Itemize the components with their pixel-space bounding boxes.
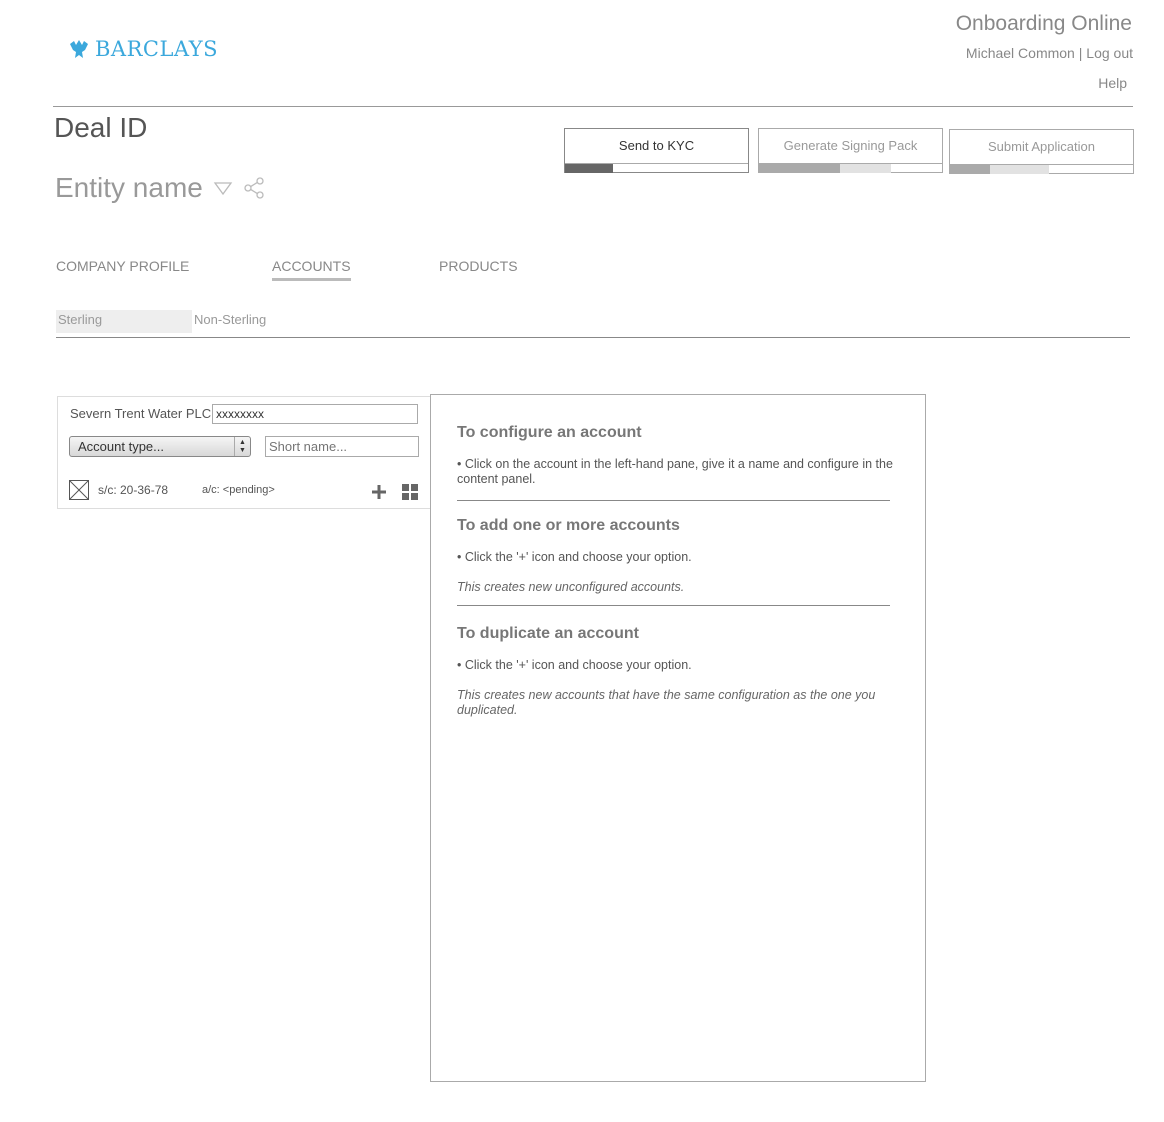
submit-application-button[interactable]: Submit Application	[949, 129, 1134, 174]
deal-id-title: Deal ID	[54, 112, 148, 143]
subtab-sterling[interactable]: Sterling	[56, 310, 192, 333]
user-links-separator: |	[1074, 45, 1087, 61]
help-note-add: This creates new unconfigured accounts.	[457, 580, 685, 594]
submit-application-label: Submit Application	[988, 139, 1095, 154]
help-text-duplicate: • Click the '+' icon and choose your opt…	[457, 658, 692, 672]
tab-company-profile[interactable]: COMPANY PROFILE	[56, 258, 189, 274]
help-link[interactable]: Help	[1098, 75, 1127, 91]
send-to-kyc-button[interactable]: Send to KYC	[564, 128, 749, 173]
entity-name: Entity name	[55, 172, 203, 203]
brand-name: BARCLAYS	[95, 37, 218, 61]
tab-products[interactable]: PRODUCTS	[439, 258, 518, 274]
account-type-value: Account type...	[78, 439, 164, 454]
account-name-input[interactable]	[212, 404, 418, 424]
short-name-input[interactable]	[265, 436, 419, 457]
account-type-select[interactable]: Account type... ▲ ▼	[69, 436, 251, 457]
dropdown-triangle-icon[interactable]	[213, 180, 233, 196]
user-links: Michael Common | Log out	[966, 45, 1133, 61]
subtab-non-sterling[interactable]: Non-Sterling	[194, 310, 266, 333]
generate-signing-pack-progress	[759, 163, 942, 173]
help-heading-add: To add one or more accounts	[457, 517, 680, 534]
user-name-link[interactable]: Michael Common	[966, 45, 1075, 61]
content-panel	[430, 394, 926, 1082]
entity-row: Entity name	[55, 172, 265, 204]
barclays-logo[interactable]: BARCLAYS	[68, 37, 218, 61]
send-to-kyc-label: Send to KYC	[618, 138, 695, 153]
header-divider	[53, 106, 1133, 107]
subtab-divider	[56, 337, 1130, 338]
eagle-icon	[70, 40, 88, 58]
sort-code: s/c: 20-36-78	[98, 483, 169, 497]
account-checkbox-icon[interactable]	[69, 480, 89, 500]
account-number: a/c: <pending>	[202, 484, 275, 496]
share-icon[interactable]	[243, 177, 265, 199]
app-title: Onboarding Online	[955, 12, 1132, 35]
generate-signing-pack-label: Generate Signing Pack	[783, 138, 918, 153]
select-arrows-icon: ▲ ▼	[234, 437, 250, 456]
generate-signing-pack-button[interactable]: Generate Signing Pack	[758, 128, 943, 173]
logout-link[interactable]: Log out	[1086, 45, 1133, 61]
help-text-add: • Click the '+' icon and choose your opt…	[457, 550, 692, 564]
help-divider	[457, 605, 890, 606]
help-divider	[457, 500, 890, 501]
submit-application-progress	[950, 164, 1133, 174]
send-to-kyc-progress	[565, 163, 748, 173]
help-note-duplicate: This creates new accounts that have the …	[457, 688, 876, 717]
help-heading-duplicate: To duplicate an account	[457, 625, 639, 642]
plus-icon[interactable]	[371, 484, 387, 500]
help-heading-configure: To configure an account	[457, 424, 642, 441]
help-text-configure: • Click on the account in the left-hand …	[457, 457, 893, 486]
tab-accounts[interactable]: ACCOUNTS	[272, 258, 351, 281]
grid-icon[interactable]	[402, 484, 418, 500]
company-name: Severn Trent Water PLC	[70, 406, 212, 421]
